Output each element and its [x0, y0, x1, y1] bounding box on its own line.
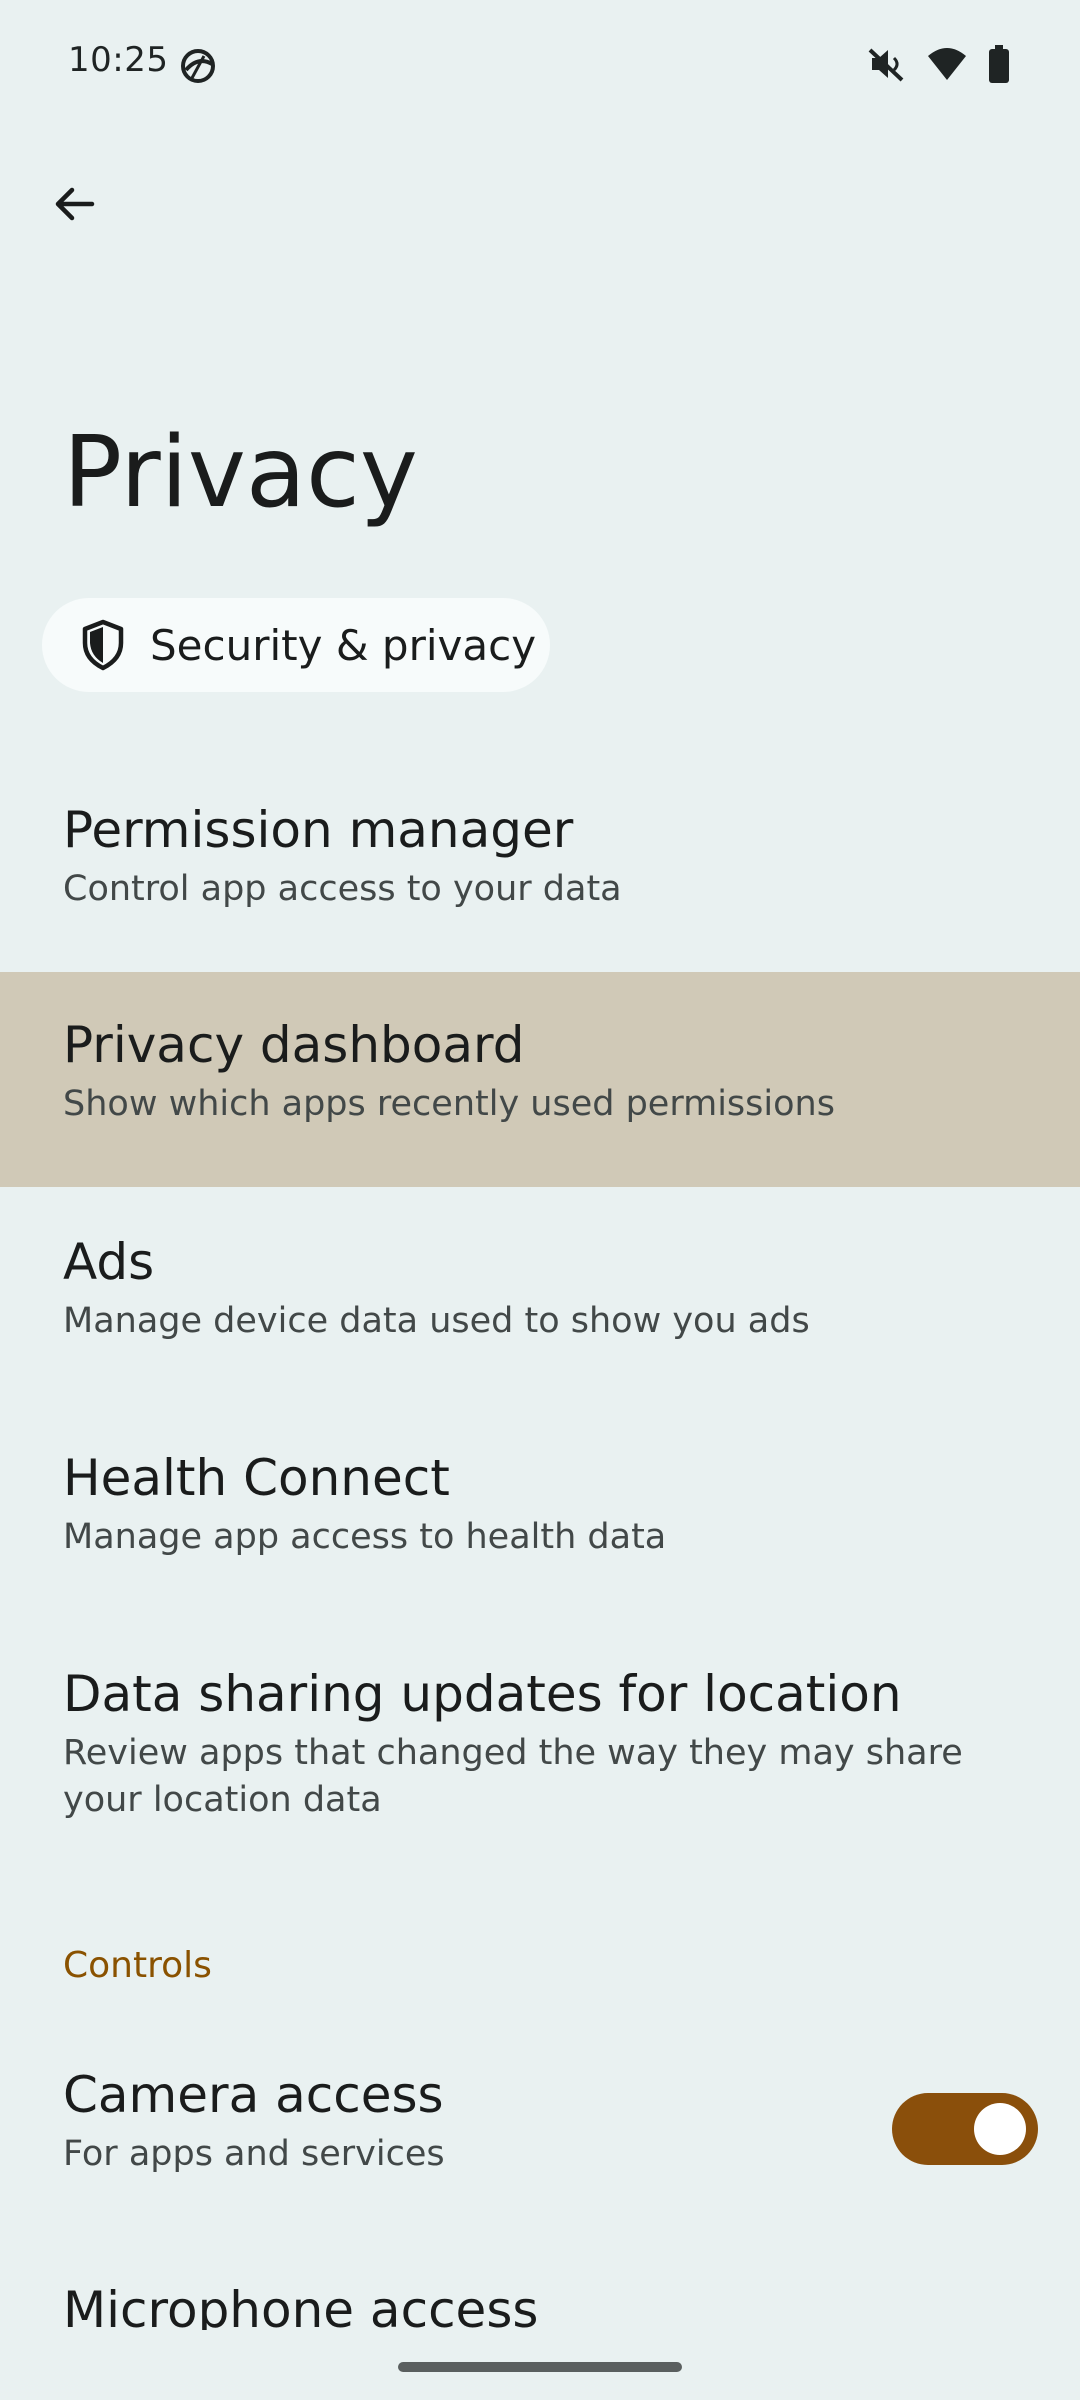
camera-access-toggle[interactable]: [892, 2093, 1038, 2165]
section-header-controls: Controls: [63, 1945, 212, 1986]
item-title: Health Connect: [63, 1449, 450, 1507]
shield-icon: [82, 619, 124, 671]
item-subtitle: Control app access to your data: [63, 869, 622, 909]
item-title: Privacy dashboard: [63, 1016, 525, 1074]
list-item-privacy-dashboard[interactable]: Privacy dashboard Show which apps recent…: [0, 972, 1080, 1187]
page-title: Privacy: [63, 416, 418, 530]
item-subtitle: Manage device data used to show you ads: [63, 1301, 810, 1341]
toggle-knob: [974, 2103, 1026, 2155]
app-notification-icon: [181, 49, 215, 83]
gesture-navigation-bar[interactable]: [398, 2362, 682, 2372]
list-item-permission-manager[interactable]: Permission manager Control app access to…: [0, 800, 1080, 970]
battery-icon: [989, 45, 1009, 83]
chip-label: Security & privacy: [150, 620, 537, 670]
arrow-back-icon: [55, 187, 95, 221]
item-subtitle: Manage app access to health data: [63, 1517, 667, 1557]
back-button[interactable]: [34, 164, 114, 244]
list-item-ads[interactable]: Ads Manage device data used to show you …: [0, 1232, 1080, 1402]
list-item-health-connect[interactable]: Health Connect Manage app access to heal…: [0, 1448, 1080, 1618]
security-privacy-chip[interactable]: Security & privacy: [42, 598, 550, 692]
item-title: Ads: [63, 1233, 155, 1291]
vibrate-off-icon: [868, 48, 904, 82]
wifi-icon: [928, 48, 966, 80]
status-bar: 10:25: [0, 0, 1080, 128]
item-title: Data sharing updates for location: [63, 1665, 902, 1723]
status-time: 10:25: [68, 40, 169, 80]
item-subtitle: Review apps that changed the way they ma…: [63, 1733, 963, 1821]
item-title: Permission manager: [63, 801, 574, 859]
item-subtitle: Show which apps recently used permission…: [63, 1084, 835, 1124]
list-item-data-sharing-updates[interactable]: Data sharing updates for location Review…: [0, 1664, 1080, 1884]
